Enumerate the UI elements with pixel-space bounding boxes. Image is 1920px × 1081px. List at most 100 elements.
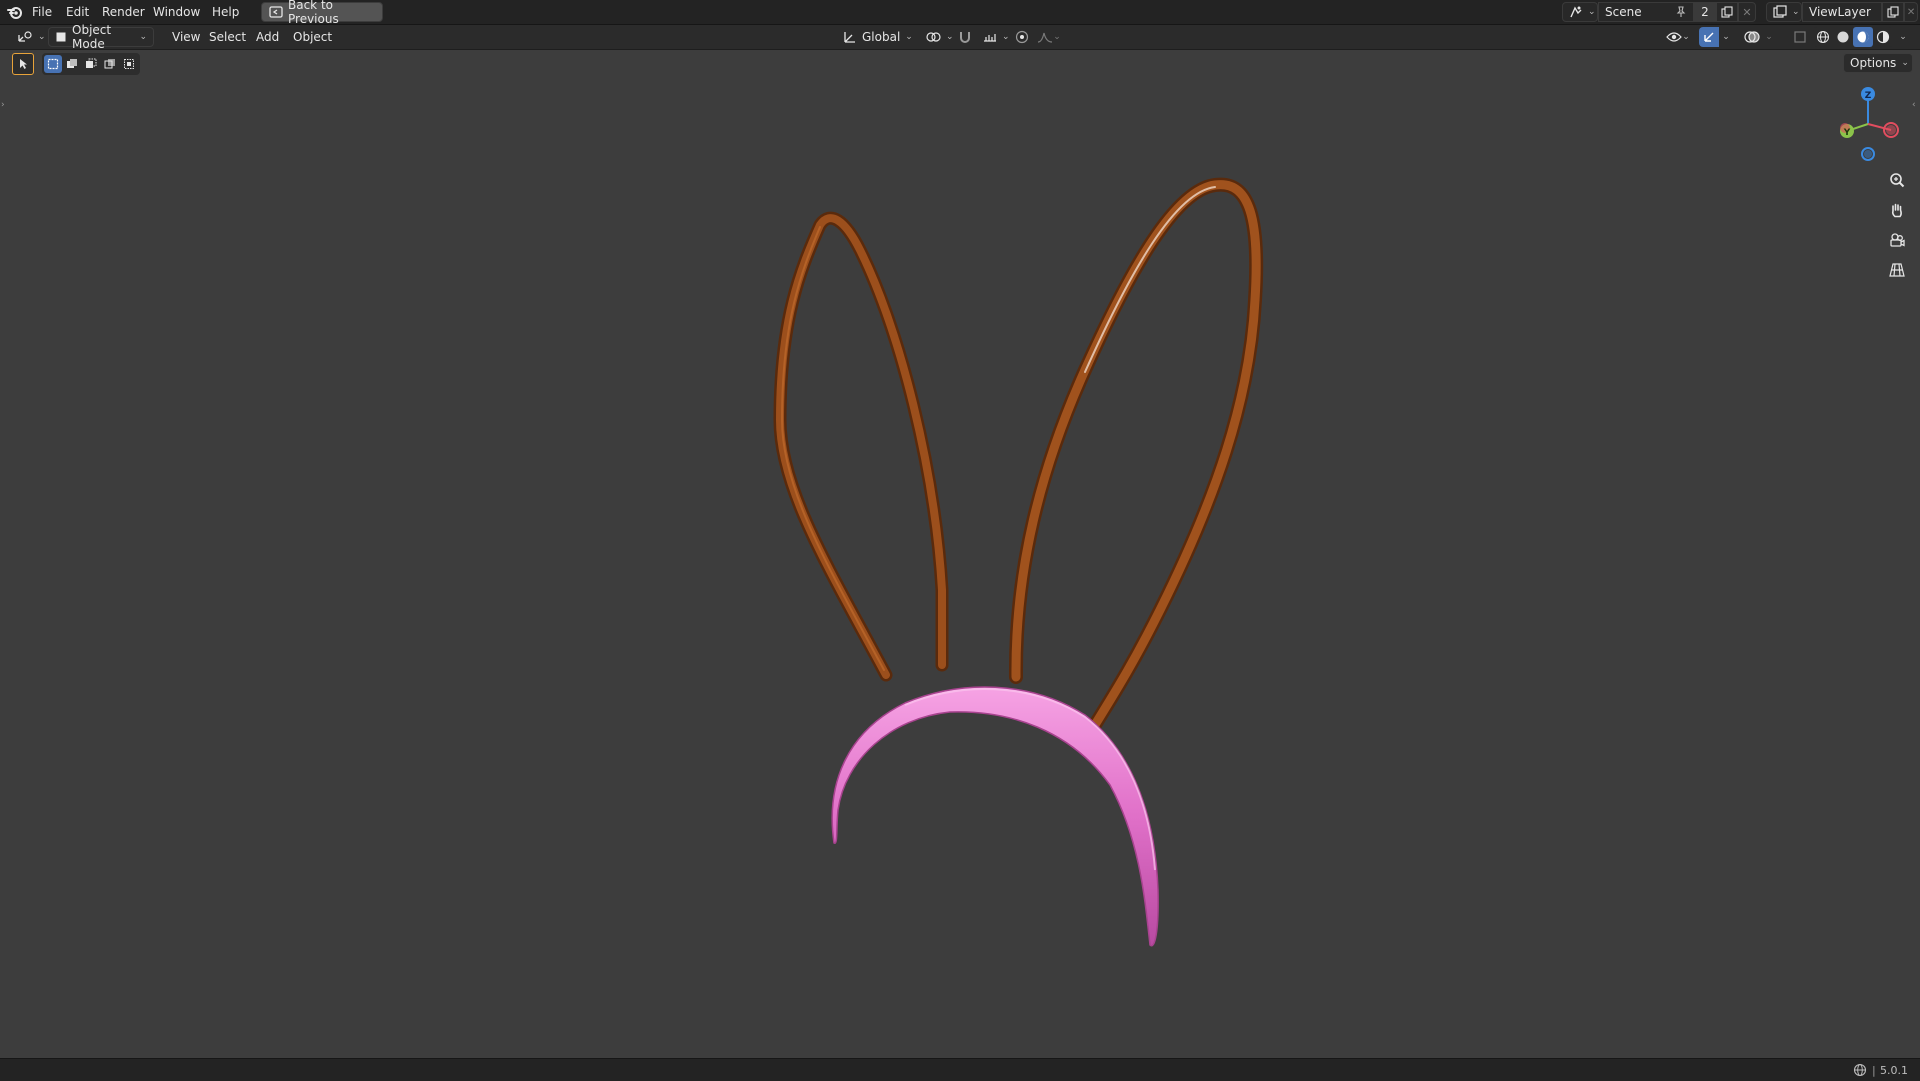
new-view-layer-button[interactable] (1882, 2, 1904, 22)
shading-options-dropdown[interactable]: ⌄ (1896, 27, 1910, 47)
proportional-edit-icon (1015, 30, 1029, 44)
gizmo-options-dropdown[interactable]: ⌄ (1719, 27, 1733, 47)
viewport-scene (773, 177, 1264, 947)
top-bar: File Edit Render Window Help Back to Pre… (0, 0, 1920, 26)
falloff-curve-icon (1037, 31, 1053, 43)
delete-view-layer-button[interactable]: ✕ (1904, 2, 1918, 22)
back-to-previous-label: Back to Previous (288, 0, 339, 26)
options-dropdown[interactable]: Options ⌄ (1843, 53, 1913, 73)
gizmo-z-label: Z (1865, 91, 1872, 101)
left-bunny-ear[interactable] (773, 211, 949, 682)
menu-help[interactable]: Help (206, 1, 245, 23)
gizmo-y-label: Y (1843, 128, 1851, 138)
chevron-down-icon: ⌄ (946, 32, 954, 42)
menu-window[interactable]: Window (147, 1, 206, 23)
chevron-down-icon: ⌄ (1002, 32, 1010, 42)
gizmo-toggle[interactable] (1699, 27, 1719, 47)
chevron-down-icon: ⌄ (1792, 7, 1800, 17)
toolbar-expand-icon[interactable]: › (1, 100, 5, 110)
back-screen-icon (269, 6, 283, 18)
scene-icon (1569, 5, 1583, 19)
proportional-editing-toggle[interactable] (1012, 27, 1032, 47)
duplicate-icon (1887, 6, 1899, 18)
chevron-down-icon: ⌄ (1682, 32, 1690, 42)
pivot-point-dropdown[interactable]: ⌄ (918, 27, 954, 47)
rendered-shading-icon[interactable] (1873, 27, 1893, 47)
menu-file[interactable]: File (26, 1, 58, 23)
object-mode-dropdown[interactable]: Object Mode ⌄ (48, 23, 154, 51)
scene-users-count-label: 2 (1701, 5, 1709, 19)
select-new-icon[interactable] (44, 55, 62, 73)
chevron-down-icon: ⌄ (1899, 32, 1907, 42)
eye-icon (1666, 31, 1683, 43)
view-layer-browse-button[interactable]: ⌄ (1766, 2, 1802, 22)
proportional-falloff-dropdown[interactable]: ⌄ (1034, 27, 1064, 47)
select-subtract-icon[interactable] (82, 55, 100, 73)
transform-orientation-label: Global (862, 30, 901, 44)
menu-object[interactable]: Object (287, 26, 338, 48)
pivot-icon (925, 30, 941, 44)
blender-logo-icon[interactable] (6, 3, 24, 21)
overlays-options-dropdown[interactable]: ⌄ (1762, 27, 1776, 47)
object-mode-label: Object Mode (72, 23, 112, 51)
network-globe-icon[interactable] (1852, 1062, 1868, 1078)
perspective-toggle-button[interactable] (1884, 257, 1910, 283)
chevron-down-icon: ⌄ (905, 32, 913, 42)
view-layer-name-field[interactable]: ViewLayer (1802, 2, 1882, 22)
pink-headband[interactable] (831, 686, 1159, 947)
shading-mode-group (1813, 27, 1893, 47)
camera-icon (1889, 232, 1905, 248)
close-icon: ✕ (1906, 6, 1916, 18)
chevron-down-icon: ⌄ (1765, 32, 1773, 42)
chevron-down-icon: ⌄ (139, 32, 147, 42)
version-label: 5.0.1 (1880, 1063, 1908, 1077)
object-visibility-dropdown[interactable]: ⌄ (1664, 27, 1692, 47)
solid-shading-icon[interactable] (1833, 27, 1853, 47)
menu-render[interactable]: Render (96, 1, 151, 23)
snap-target-dropdown[interactable]: ⌄ (976, 27, 1010, 47)
right-bunny-ear[interactable] (1008, 177, 1264, 740)
transform-orientation-dropdown[interactable]: Global ⌄ (836, 27, 914, 47)
selection-mode-group (42, 53, 140, 75)
sidebar-expand-icon[interactable]: ‹ (1912, 100, 1916, 110)
menu-add[interactable]: Add (250, 26, 285, 48)
delete-scene-button[interactable]: ✕ (1738, 2, 1756, 22)
scene-name: Scene (1605, 5, 1642, 19)
menu-edit[interactable]: Edit (60, 1, 95, 23)
viewport-header: ⌄ Object Mode ⌄ View Select Add Object G… (0, 23, 1920, 51)
chevron-down-icon: ⌄ (1588, 7, 1596, 17)
scene-name-field[interactable]: Scene (1598, 2, 1694, 22)
camera-view-button[interactable] (1884, 227, 1910, 253)
cursor-arrow-icon (17, 58, 29, 70)
menu-view[interactable]: View (166, 26, 206, 48)
select-invert-icon[interactable] (101, 55, 119, 73)
xray-icon (1793, 30, 1807, 44)
select-extend-icon[interactable] (63, 55, 81, 73)
menu-select[interactable]: Select (203, 26, 252, 48)
pin-icon[interactable] (1675, 6, 1687, 18)
scene-browse-button[interactable]: ⌄ (1562, 2, 1598, 22)
select-intersect-icon[interactable] (120, 55, 138, 73)
pan-button[interactable] (1884, 197, 1910, 223)
grid-perspective-icon (1889, 262, 1905, 278)
zoom-button[interactable] (1884, 167, 1910, 193)
wireframe-shading-icon[interactable] (1813, 27, 1833, 47)
select-box-tool[interactable] (12, 53, 34, 75)
scene-users-count[interactable]: 2 (1694, 2, 1716, 22)
view-layer-name: ViewLayer (1809, 5, 1871, 19)
object-mode-icon (55, 31, 67, 43)
xray-toggle[interactable] (1790, 27, 1810, 47)
duplicate-icon (1721, 6, 1733, 18)
chevron-down-icon: ⌄ (1901, 58, 1909, 68)
new-scene-button[interactable] (1716, 2, 1738, 22)
material-preview-shading-icon[interactable] (1853, 27, 1873, 47)
overlays-icon (1744, 30, 1760, 44)
navigation-gizmo[interactable]: Z Y (1833, 84, 1903, 164)
snap-toggle[interactable] (954, 27, 976, 47)
back-to-previous-button[interactable]: Back to Previous (261, 0, 383, 26)
editor-type-button[interactable]: ⌄ (10, 27, 46, 47)
3d-viewport[interactable]: › ‹ Options ⌄ Z Y (0, 50, 1920, 1058)
overlays-toggle[interactable] (1742, 27, 1762, 47)
3d-viewport-icon (17, 30, 33, 44)
close-icon: ✕ (1742, 5, 1752, 19)
